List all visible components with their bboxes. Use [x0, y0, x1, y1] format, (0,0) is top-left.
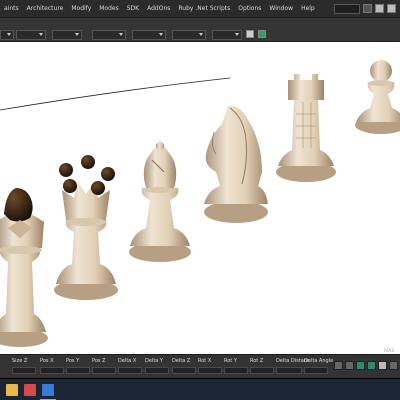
coord-label: Size Z — [12, 358, 28, 364]
coord-input[interactable] — [66, 367, 90, 374]
toolbar-dropdown-7[interactable] — [212, 30, 242, 40]
toolbar-dropdown-4[interactable] — [92, 30, 126, 40]
coord-input[interactable] — [172, 367, 196, 374]
grid-line — [0, 77, 231, 111]
menu-options[interactable]: Options — [234, 0, 265, 17]
snap-icon[interactable] — [345, 361, 354, 370]
coord-label: Rot X — [198, 358, 212, 364]
coord-delta-angle: Delta Angle — [304, 358, 334, 376]
app-icon[interactable] — [24, 384, 36, 396]
pawn-piece[interactable] — [355, 60, 400, 134]
coord-label: Delta X — [118, 358, 137, 364]
coord-pos-x: Pos X — [40, 358, 64, 376]
queen-piece[interactable] — [54, 155, 118, 300]
coord-delta-z: Delta Z — [172, 358, 196, 376]
snap-controls — [334, 361, 398, 370]
menu-help[interactable]: Help — [297, 0, 319, 17]
coord-label: Delta Angle — [304, 358, 334, 364]
active-snap-icon[interactable] — [367, 361, 376, 370]
coord-input[interactable] — [250, 367, 274, 374]
rook-piece[interactable] — [276, 74, 336, 182]
coord-label: Delta Distanc — [276, 358, 310, 364]
coord-input[interactable] — [40, 367, 64, 374]
menu-ruby-net-scripts[interactable]: Ruby .Net Scripts — [174, 0, 234, 17]
coord-input[interactable] — [276, 367, 302, 374]
coord-input[interactable] — [12, 367, 36, 374]
taskbar — [0, 378, 400, 400]
coord-label: Pos X — [40, 358, 54, 364]
toolbar-dropdown-3[interactable] — [52, 30, 82, 40]
snap-icon[interactable] — [378, 361, 387, 370]
window-toggle-icon[interactable] — [375, 4, 384, 13]
coord-size-z: Size Z — [12, 358, 36, 376]
cursor-icon[interactable] — [363, 4, 372, 13]
menu-sdk[interactable]: SDK — [123, 0, 143, 17]
menu-bar: aints Architecture Modify Modes SDK AddO… — [0, 0, 400, 18]
coord-input[interactable] — [118, 367, 142, 374]
menu-right-controls — [334, 3, 400, 14]
grid-icon[interactable] — [387, 4, 396, 13]
command-field[interactable] — [334, 3, 360, 14]
chess-scene: MAE — [0, 60, 400, 354]
coord-input[interactable] — [92, 367, 116, 374]
toolbar-dropdown-6[interactable] — [172, 30, 206, 40]
toolbar — [0, 18, 400, 42]
coord-rot-x: Rot X — [198, 358, 222, 376]
coord-label: Pos Y — [66, 358, 80, 364]
green-tool-icon[interactable] — [258, 30, 266, 38]
menu-paints[interactable]: aints — [0, 0, 23, 17]
coord-delta-y: Delta Y — [145, 358, 169, 376]
coord-input[interactable] — [198, 367, 222, 374]
snap-icon[interactable] — [389, 361, 398, 370]
active-snap-icon[interactable] — [356, 361, 365, 370]
toolbar-dropdown-5[interactable] — [132, 30, 166, 40]
coord-rot-z: Rot Z — [250, 358, 274, 376]
layer-icon[interactable] — [246, 30, 254, 38]
toolbar-dropdown-2[interactable] — [16, 30, 46, 40]
snap-icon[interactable] — [334, 361, 343, 370]
coord-pos-z: Pos Z — [92, 358, 116, 376]
menu-architecture[interactable]: Architecture — [23, 0, 68, 17]
coord-label: Rot Y — [224, 358, 237, 364]
coord-label: Delta Y — [145, 358, 163, 364]
viewport-3d[interactable]: MAE — [0, 42, 400, 354]
menu-window[interactable]: Window — [265, 0, 297, 17]
toolbar-dropdown-1[interactable] — [0, 30, 14, 40]
coord-rot-y: Rot Y — [224, 358, 248, 376]
coord-delta-x: Delta X — [118, 358, 142, 376]
menu-modify[interactable]: Modify — [67, 0, 95, 17]
coord-input[interactable] — [224, 367, 248, 374]
coord-label: Pos Z — [92, 358, 106, 364]
coord-input[interactable] — [145, 367, 169, 374]
app-icon[interactable] — [42, 384, 54, 396]
folder-icon[interactable] — [6, 384, 18, 396]
coord-pos-y: Pos Y — [66, 358, 90, 376]
bishop-piece[interactable] — [129, 140, 191, 262]
coordinate-bar: Size Z Pos X Pos Y Pos Z Delta X Delta Y… — [0, 354, 400, 378]
menu-modes[interactable]: Modes — [95, 0, 122, 17]
menu-addons[interactable]: AddOns — [143, 0, 174, 17]
king-piece[interactable] — [0, 188, 48, 347]
coord-label: Rot Z — [250, 358, 264, 364]
coord-delta-distance: Delta Distanc — [276, 358, 310, 376]
coord-input[interactable] — [304, 367, 328, 374]
coord-label: Delta Z — [172, 358, 191, 364]
knight-piece[interactable] — [204, 105, 268, 223]
